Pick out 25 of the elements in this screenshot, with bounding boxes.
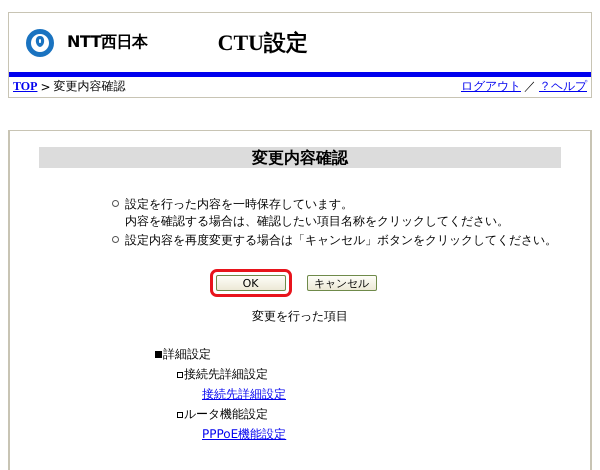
logo-icon xyxy=(26,28,54,56)
note-text: 設定内容を再度変更する場合は「キャンセル」ボタンをクリックしてください。 xyxy=(125,232,557,249)
cancel-button[interactable]: キャンセル xyxy=(306,275,376,291)
circle-bullet-icon xyxy=(112,236,119,243)
note-text: 設定を行った内容を一時保存しています。 内容を確認する場合は、確認したい項目名称をクリックしてください。 xyxy=(125,196,509,230)
ok-button[interactable]: OK xyxy=(216,275,286,291)
square-bullet-icon xyxy=(177,412,183,418)
square-bullet-icon xyxy=(155,351,162,358)
page-title: CTU設定 xyxy=(218,28,308,56)
current-page-text: 変更内容確認 xyxy=(54,78,126,95)
separator-text: ／ xyxy=(524,78,536,95)
brand-name: NTT西日本 xyxy=(67,32,148,53)
separator-text: > xyxy=(40,80,51,94)
group-label: 接続先詳細設定 xyxy=(184,366,268,383)
group-label: ルータ機能設定 xyxy=(184,406,268,423)
square-bullet-icon xyxy=(177,372,183,378)
header-link[interactable]: ログアウト xyxy=(461,78,521,95)
changes-heading: 変更を行った項目 xyxy=(251,308,349,325)
circle-bullet-icon xyxy=(112,200,119,207)
header-link[interactable]: ？ヘルプ xyxy=(539,78,587,95)
section-label: 詳細設定 xyxy=(163,346,211,363)
top-link[interactable]: TOP xyxy=(13,79,38,94)
section-title: 変更内容確認 xyxy=(39,147,561,168)
settings-link[interactable]: 接続先詳細設定 xyxy=(202,387,286,401)
settings-link[interactable]: PPPoE機能設定 xyxy=(202,427,286,441)
